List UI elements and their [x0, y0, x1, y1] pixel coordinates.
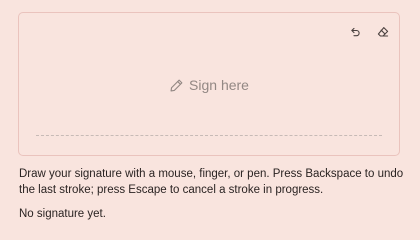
clear-button[interactable]: [375, 24, 391, 40]
undo-icon: [351, 27, 360, 37]
placeholder-label: Sign here: [189, 77, 249, 93]
undo-button[interactable]: [347, 24, 363, 40]
pen-icon: [170, 79, 183, 91]
signature-placeholder: Sign here: [19, 77, 399, 93]
signature-baseline: [36, 135, 382, 136]
signature-canvas[interactable]: Sign here: [18, 12, 400, 156]
eraser-icon: [377, 27, 389, 37]
help-text: Draw your signature with a mouse, finger…: [19, 168, 404, 196]
signature-status: No signature yet.: [19, 208, 106, 220]
signature-toolbar: [347, 24, 391, 40]
